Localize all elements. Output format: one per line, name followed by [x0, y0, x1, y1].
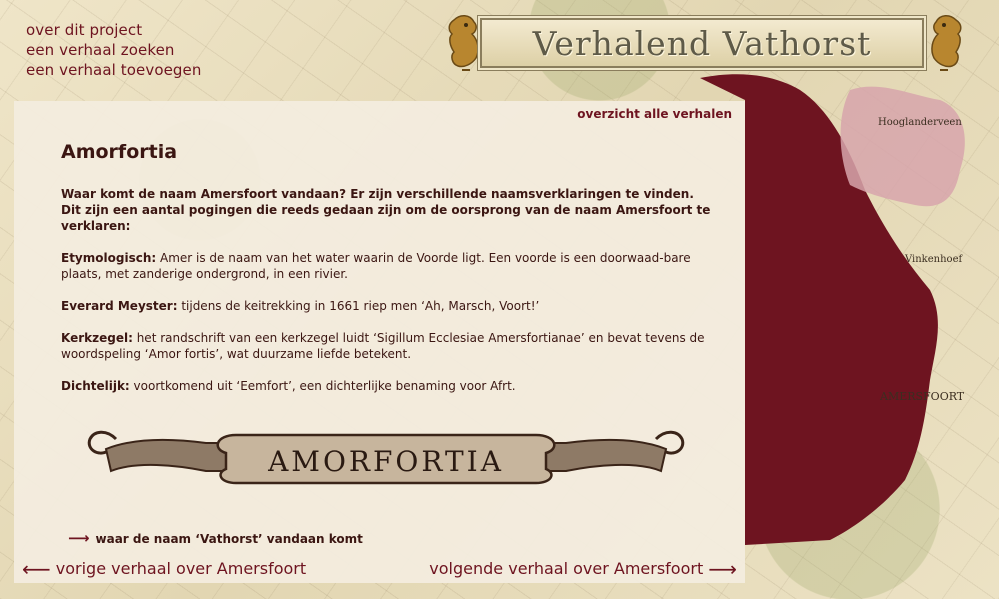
story-section: Kerkzegel: het randschrift van een kerkz…: [61, 330, 711, 362]
section-text: tijdens de keitrekking in 1661 riep men …: [177, 299, 540, 313]
hooglanderveen-area-shape[interactable]: [840, 86, 965, 207]
section-text: Amer is de naam van het water waarin de …: [61, 251, 691, 281]
lion-crest-icon: [931, 15, 962, 71]
section-term: Kerkzegel:: [61, 331, 133, 345]
overview-all-stories-link[interactable]: overzicht alle verhalen: [577, 107, 732, 121]
map-label: AMERSFOORT: [879, 390, 965, 403]
previous-story-button[interactable]: ⟵ vorige verhaal over Amersfoort: [22, 557, 306, 581]
amorfortia-banner: AMORFORTIA: [87, 430, 685, 485]
arrow-right-icon: ⟶: [68, 529, 90, 547]
nav-item-about[interactable]: over dit project: [26, 20, 202, 40]
related-link-label: waar de naam ‘Vathorst’ vandaan komt: [95, 532, 363, 546]
site-header: Verhalend Vathorst: [440, 12, 970, 71]
next-story-label: volgende verhaal over Amersfoort: [429, 559, 704, 578]
map-label: Vinkenhoef: [904, 254, 963, 265]
previous-story-label: vorige verhaal over Amersfoort: [55, 559, 307, 578]
story-panel: overzicht alle verhalen Amorfortia Waar …: [14, 101, 745, 583]
title-plate: Verhalend Vathorst: [480, 18, 924, 68]
story-title: Amorfortia: [61, 141, 178, 163]
story-intro: Waar komt de naam Amersfoort vandaan? Er…: [61, 187, 711, 233]
section-term: Etymologisch:: [61, 251, 157, 265]
nav-item-search-story[interactable]: een verhaal zoeken: [26, 40, 202, 60]
related-story-link[interactable]: ⟶ waar de naam ‘Vathorst’ vandaan komt: [68, 529, 363, 547]
story-section: Dichtelijk: voortkomend uit ‘Eemfort’, e…: [61, 378, 711, 394]
story-section: Etymologisch: Amer is de naam van het wa…: [61, 250, 711, 282]
next-story-button[interactable]: volgende verhaal over Amersfoort ⟶: [429, 557, 737, 581]
map-label: Hooglanderveen: [878, 117, 962, 128]
section-term: Dichtelijk:: [61, 379, 130, 393]
story-section: Everard Meyster: tijdens de keitrekking …: [61, 298, 711, 314]
section-text: het randschrift van een kerkzegel luidt …: [61, 331, 705, 361]
section-text: voortkomend uit ‘Eemfort’, een dichterli…: [129, 379, 516, 393]
arrow-right-icon: ⟶: [708, 557, 737, 581]
site-title[interactable]: Verhalend Vathorst: [482, 24, 922, 63]
nav-item-add-story[interactable]: een verhaal toevoegen: [26, 60, 202, 80]
main-nav: over dit project een verhaal zoeken een …: [26, 20, 202, 80]
section-term: Everard Meyster:: [61, 299, 178, 313]
arrow-left-icon: ⟵: [22, 557, 51, 581]
story-body: Waar komt de naam Amersfoort vandaan? Er…: [61, 186, 711, 410]
banner-text: AMORFORTIA: [267, 445, 504, 478]
